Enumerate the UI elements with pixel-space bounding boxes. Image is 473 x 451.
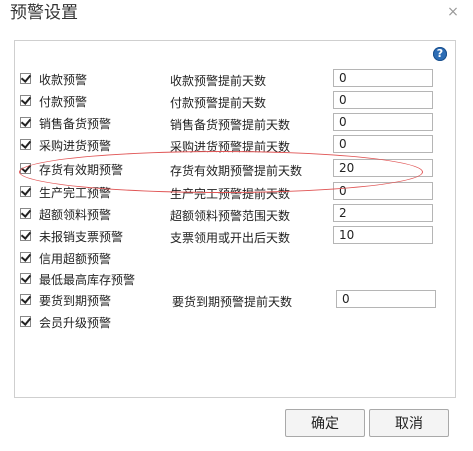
checkbox-check[interactable] [20, 230, 31, 241]
setting-row-order-due: 要货到期预警 要货到期预警提前天数 [15, 290, 455, 312]
setting-row-member: 会员升级预警 [15, 312, 455, 334]
label-overuse: 超额领料预警 [39, 208, 112, 222]
input-overuse-days[interactable] [333, 204, 433, 222]
input-expiry-days[interactable] [333, 159, 433, 177]
setting-row-check: 未报销支票预警 支票领用或开出后天数 [15, 226, 455, 248]
label-purchase: 采购进货预警 [39, 139, 112, 153]
param-label-check: 支票领用或开出后天数 [170, 231, 291, 245]
checkbox-payment[interactable] [20, 95, 31, 106]
dialog-title: 预警设置 [10, 3, 78, 23]
input-check-days[interactable] [333, 226, 433, 244]
setting-row-purchase: 采购进货预警 采购进货预警提前天数 [15, 135, 455, 157]
input-sales-stock-days[interactable] [333, 113, 433, 131]
label-expiry: 存货有效期预警 [39, 163, 124, 177]
input-purchase-days[interactable] [333, 135, 433, 153]
label-inventory-limit: 最低最高库存预警 [39, 273, 136, 287]
param-label-expiry: 存货有效期预警提前天数 [170, 164, 303, 178]
label-order-due: 要货到期预警 [39, 294, 112, 308]
param-label-purchase: 采购进货预警提前天数 [170, 140, 291, 154]
label-payment: 付款预警 [39, 95, 88, 109]
checkbox-purchase[interactable] [20, 139, 31, 150]
question-circle-icon[interactable]: ? [433, 47, 447, 61]
checkbox-member[interactable] [20, 316, 31, 327]
param-label-payment: 付款预警提前天数 [170, 96, 267, 110]
label-credit: 信用超额预警 [39, 252, 112, 266]
close-icon[interactable]: × [445, 4, 461, 20]
input-production-days[interactable] [333, 182, 433, 200]
checkbox-production[interactable] [20, 186, 31, 197]
param-label-overuse: 超额领料预警范围天数 [170, 209, 291, 223]
setting-row-inventory-limit: 最低最高库存预警 [15, 269, 455, 291]
setting-row-overuse: 超额领料预警 超额领料预警范围天数 [15, 204, 455, 226]
input-receipt-days[interactable] [333, 69, 433, 87]
setting-row-credit: 信用超额预警 [15, 248, 455, 270]
setting-row-expiry: 存货有效期预警 存货有效期预警提前天数 [15, 159, 455, 181]
settings-panel: ? 收款预警 收款预警提前天数 付款预警 付款预警提前天数 销售备货预警 销售备… [14, 40, 456, 398]
setting-row-payment: 付款预警 付款预警提前天数 [15, 91, 455, 113]
label-member: 会员升级预警 [39, 316, 112, 330]
checkbox-credit[interactable] [20, 252, 31, 263]
param-label-production: 生产完工预警提前天数 [170, 187, 291, 201]
checkbox-overuse[interactable] [20, 208, 31, 219]
setting-row-receipt: 收款预警 收款预警提前天数 [15, 69, 455, 91]
ok-button[interactable]: 确定 [285, 409, 365, 437]
checkbox-inventory-limit[interactable] [20, 273, 31, 284]
label-production: 生产完工预警 [39, 186, 112, 200]
param-label-receipt: 收款预警提前天数 [170, 74, 267, 88]
setting-row-sales-stock: 销售备货预警 销售备货预警提前天数 [15, 113, 455, 135]
input-payment-days[interactable] [333, 91, 433, 109]
checkbox-expiry[interactable] [20, 163, 31, 174]
setting-row-production: 生产完工预警 生产完工预警提前天数 [15, 182, 455, 204]
checkbox-sales-stock[interactable] [20, 117, 31, 128]
checkbox-order-due[interactable] [20, 294, 31, 305]
checkbox-receipt[interactable] [20, 73, 31, 84]
label-check: 未报销支票预警 [39, 230, 124, 244]
param-label-sales-stock: 销售备货预警提前天数 [170, 118, 291, 132]
label-receipt: 收款预警 [39, 73, 88, 87]
cancel-button[interactable]: 取消 [369, 409, 449, 437]
label-sales-stock: 销售备货预警 [39, 117, 112, 131]
input-order-due-days[interactable] [336, 290, 436, 308]
param-label-order-due: 要货到期预警提前天数 [172, 295, 293, 309]
